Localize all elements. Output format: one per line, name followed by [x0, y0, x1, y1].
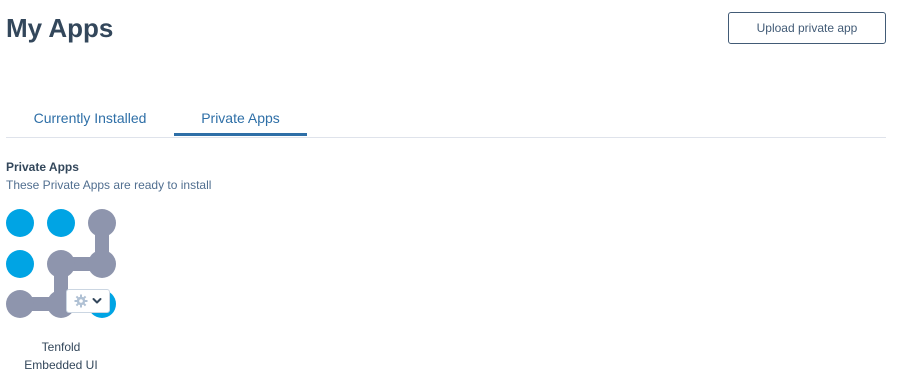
tab-private-apps[interactable]: Private Apps: [174, 100, 307, 136]
my-apps-page: My Apps Upload private app Currently Ins…: [0, 0, 902, 386]
tab-currently-installed[interactable]: Currently Installed: [6, 100, 174, 136]
page-title: My Apps: [6, 13, 114, 43]
app-card[interactable]: Tenfold Embedded UI: [0, 200, 122, 380]
app-name-line-1: Tenfold: [41, 340, 81, 354]
app-name-line-2: Embedded UI: [24, 358, 98, 372]
app-name: Tenfold Embedded UI: [0, 338, 122, 374]
section-heading: Private Apps: [6, 160, 79, 174]
gear-icon: [74, 294, 88, 308]
app-settings-dropdown[interactable]: [66, 289, 110, 313]
section-subtitle: These Private Apps are ready to install: [6, 178, 212, 192]
tab-bar: Currently Installed Private Apps: [6, 100, 886, 138]
upload-private-app-button[interactable]: Upload private app: [728, 12, 886, 44]
chevron-down-icon: [92, 298, 102, 304]
